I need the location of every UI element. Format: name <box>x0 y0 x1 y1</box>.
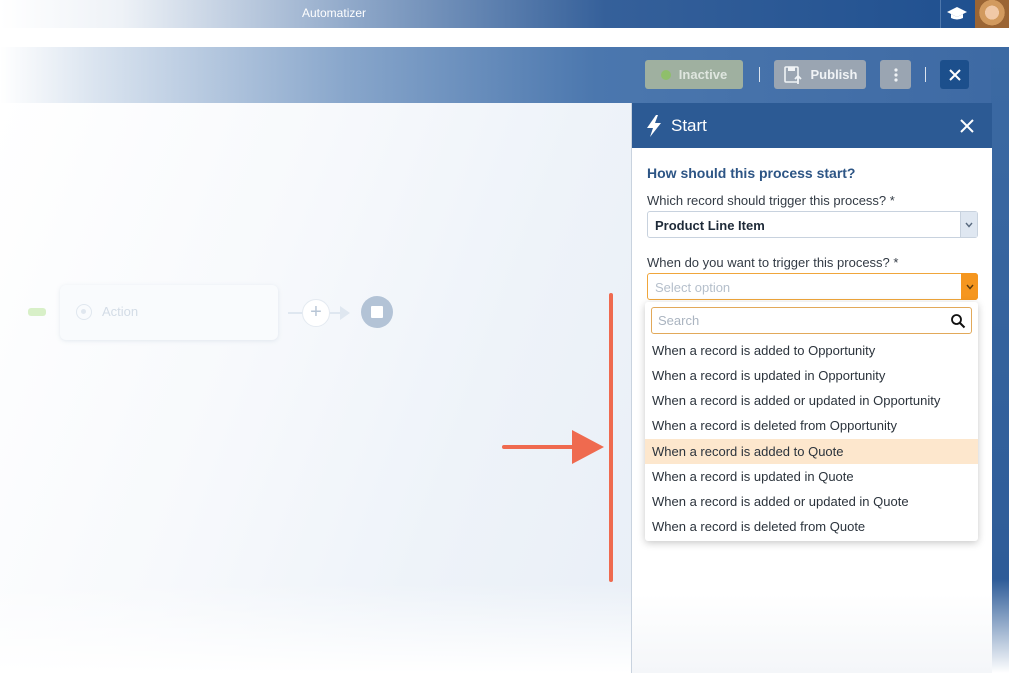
dropdown-option[interactable]: When a record is updated in Quote <box>645 464 978 489</box>
panel-title: Start <box>671 116 707 135</box>
graduation-cap-icon[interactable] <box>946 5 968 23</box>
add-step-button[interactable]: + <box>302 299 330 327</box>
connector-arrow <box>340 306 350 320</box>
record-field-label: Which record should trigger this process… <box>647 193 895 208</box>
panel-header: Start <box>632 103 992 148</box>
action-node-label: Action <box>102 304 139 319</box>
dropdown-option[interactable]: When a record is added or updated in Quo… <box>645 489 978 514</box>
app-title: Automatizer <box>302 6 367 20</box>
dropdown-option[interactable]: When a record is deleted from Opportunit… <box>645 413 978 438</box>
dropdown-option[interactable]: When a record is added or updated in Opp… <box>645 388 978 413</box>
trigger-field-label: When do you want to trigger this process… <box>647 255 899 270</box>
chevron-down-icon <box>961 273 978 300</box>
topbar-divider <box>940 0 941 28</box>
publish-button[interactable]: Publish <box>774 60 866 89</box>
record-select[interactable]: Product Line Item <box>647 211 978 238</box>
start-connector <box>28 308 46 316</box>
top-app-bar: Automatizer <box>0 0 1009 28</box>
process-toolbar: Inactive Publish <box>0 47 991 103</box>
arrow-right-icon <box>502 430 604 464</box>
trigger-select[interactable]: Select option <box>647 273 978 300</box>
trigger-select-placeholder: Select option <box>655 280 731 295</box>
inactive-label: Inactive <box>678 67 728 82</box>
more-vertical-icon <box>893 67 898 82</box>
more-options-button[interactable] <box>880 60 911 89</box>
process-canvas[interactable]: Action + <box>0 103 631 673</box>
dropdown-option[interactable]: When a record is deleted from Quote <box>645 514 978 539</box>
user-avatar[interactable] <box>975 0 1009 28</box>
close-icon <box>948 68 961 81</box>
toolbar-divider <box>925 67 926 82</box>
chevron-down-icon <box>960 212 977 237</box>
search-placeholder: Search <box>658 313 700 328</box>
end-node[interactable] <box>361 296 393 328</box>
inactive-button[interactable]: Inactive <box>645 60 743 89</box>
record-select-value: Product Line Item <box>655 218 765 233</box>
action-icon <box>76 304 92 320</box>
canvas-fade <box>0 583 631 673</box>
lightning-icon <box>647 115 661 137</box>
dropdown-option[interactable]: When a record is updated in Opportunity <box>645 363 978 388</box>
action-node[interactable]: Action <box>60 285 278 340</box>
dropdown-option-highlighted[interactable]: When a record is added to Quote <box>645 439 978 464</box>
trigger-options-dropdown: Search When a record is added to Opportu… <box>645 302 978 541</box>
publish-icon <box>783 65 802 84</box>
publish-label: Publish <box>810 67 858 82</box>
section-question: How should this process start? <box>647 165 856 181</box>
annotation-line <box>609 293 613 582</box>
dropdown-option[interactable]: When a record is added to Opportunity <box>645 338 978 363</box>
status-dot-icon <box>660 69 671 80</box>
search-icon <box>951 314 966 329</box>
connector-line <box>288 312 302 314</box>
search-input[interactable]: Search <box>651 307 972 334</box>
toolbar-divider <box>759 67 760 82</box>
background-strip <box>991 47 1009 673</box>
close-icon[interactable] <box>957 116 977 136</box>
close-editor-button[interactable] <box>940 60 969 89</box>
